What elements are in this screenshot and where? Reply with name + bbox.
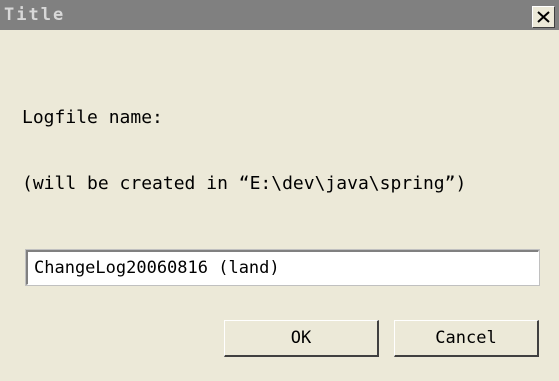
logfile-name-input[interactable]: [25, 249, 540, 286]
window-title: Title: [4, 5, 66, 25]
close-icon: [537, 11, 550, 23]
cancel-button[interactable]: Cancel: [394, 320, 539, 357]
logfile-name-label: Logfile name:: [22, 107, 163, 128]
ok-button[interactable]: OK: [224, 320, 379, 357]
title-bar[interactable]: Title: [0, 0, 559, 30]
prompt-text: Logfile name: (will be created in “E:\de…: [22, 63, 466, 239]
dialog-window: Title Logfile name: (will be created in …: [0, 0, 559, 381]
close-button[interactable]: [532, 6, 555, 28]
location-hint: (will be created in “E:\dev\java\spring”…: [22, 173, 467, 194]
